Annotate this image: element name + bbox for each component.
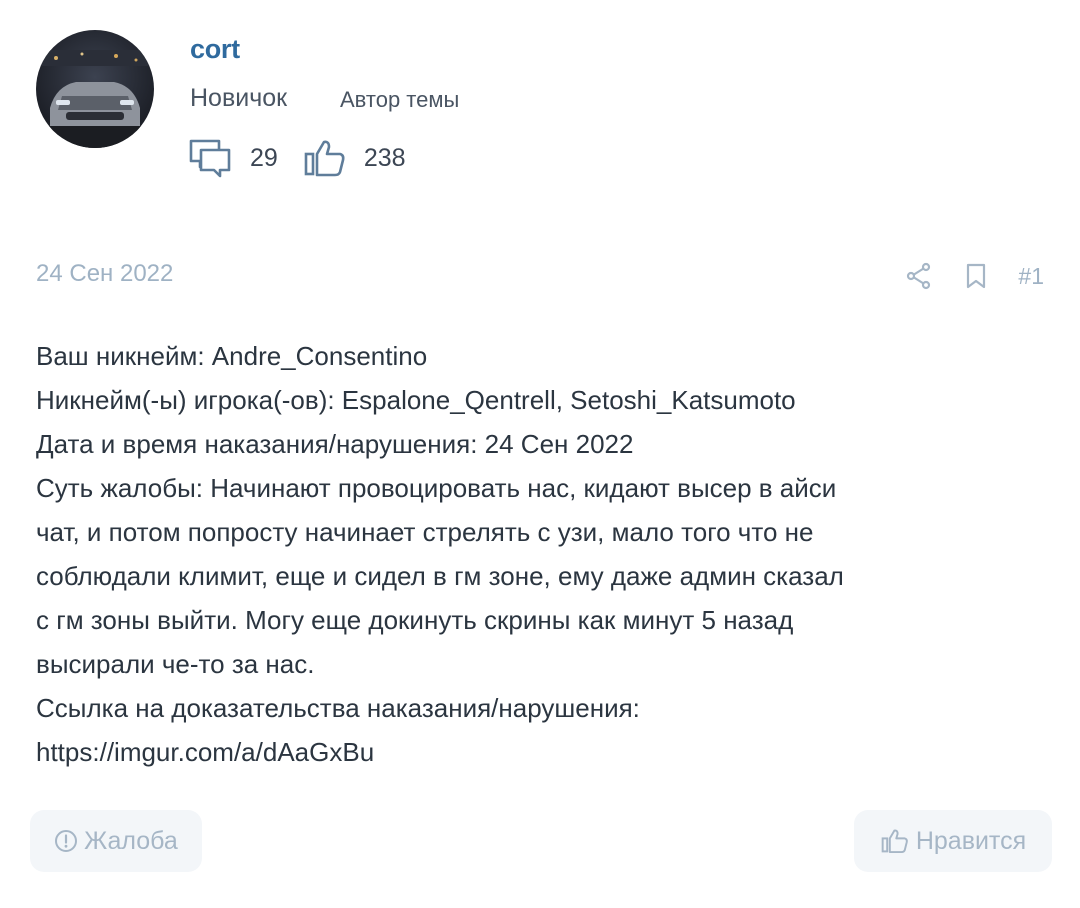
- forum-post: cort Новичок Автор темы 29 238 24 Сен 20…: [0, 0, 1080, 908]
- post-number-link[interactable]: #1: [1018, 263, 1044, 290]
- thumb-up-icon: [304, 140, 345, 177]
- thumb-up-icon: [881, 829, 908, 854]
- like-button[interactable]: Нравится: [854, 810, 1052, 872]
- avatar[interactable]: [36, 30, 154, 148]
- username-link[interactable]: cort: [190, 34, 240, 65]
- body-line: высирали че-то за нас.: [36, 649, 315, 679]
- body-line: Дата и время наказания/нарушения: 24 Сен…: [36, 429, 634, 459]
- post-actions: #1: [872, 258, 1044, 294]
- body-line: Ваш никнейм: Andre_Consentino: [36, 341, 428, 371]
- share-icon[interactable]: [906, 262, 932, 290]
- body-line: Ссылка на доказательства наказания/наруш…: [36, 693, 640, 723]
- messages-count: 29: [250, 143, 278, 172]
- body-line: соблюдали климит, еще и сидел в гм зоне,…: [36, 561, 844, 591]
- likes-count: 238: [363, 143, 406, 172]
- exclamation-circle-icon: [55, 830, 78, 852]
- body-line: с гм зоны выйти. Могу еще докинуть скрин…: [36, 605, 794, 635]
- body-line: чат, и потом попросту начинает стрелять …: [36, 517, 814, 547]
- post-body: Ваш никнейм: Andre_Consentino Никнейм(-ы…: [36, 334, 1046, 774]
- evidence-link[interactable]: https://imgur.com/a/dAaGxBu: [36, 730, 1046, 774]
- report-button[interactable]: Жалоба: [30, 810, 202, 872]
- report-button-label: Жалоба: [84, 826, 178, 855]
- bookmark-icon[interactable]: [966, 263, 986, 289]
- user-stats: 29 238: [188, 136, 406, 180]
- body-line: Суть жалобы: Начинают провоцировать нас,…: [36, 473, 837, 503]
- body-line: Никнейм(-ы) игрока(-ов): Espalone_Qentre…: [36, 385, 796, 415]
- comments-icon: [189, 139, 231, 178]
- like-button-label: Нравится: [915, 826, 1027, 855]
- topic-author-badge: Автор темы: [340, 87, 460, 112]
- user-rank: Новичок: [190, 84, 288, 112]
- post-date[interactable]: 24 Сен 2022: [36, 260, 173, 288]
